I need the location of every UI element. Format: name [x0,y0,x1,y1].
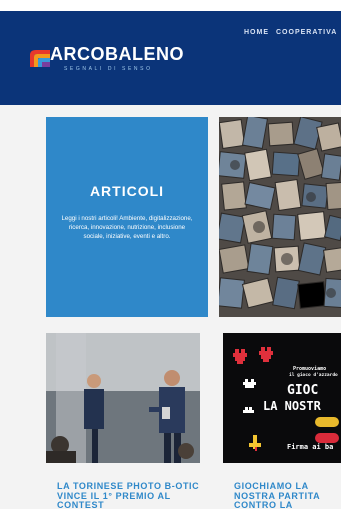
articoli-promo-box[interactable]: ARTICOLI Leggi i nostri articoli! Ambien… [46,117,208,317]
award-photo[interactable] [46,333,200,463]
game-poster[interactable]: Promuoviamo il gioco d'azzardo GIOC LA N… [223,333,341,463]
poster-big-2: LA NOSTR [263,399,321,413]
brand-name: ARCOBALENO [50,44,184,64]
nav-item-cooperativa[interactable]: COOPERATIVA [276,29,337,36]
promo-title: ARTICOLI [89,183,165,199]
award-ceremony-image [46,333,200,463]
nav-item-home[interactable]: HOME [244,29,269,36]
content-area: ARTICOLI Leggi i nostri articoli! Ambien… [0,105,341,509]
main-nav: HOME COOPERATIVA [244,29,341,36]
site-header: HOME COOPERATIVA ARCOBALENO SEGNALI DI SE… [0,11,341,105]
card-title-game[interactable]: GIOCHIAMO LA NOSTRA PARTITA CONTRO LA [234,482,341,509]
top-strip [0,0,341,11]
letterpress-blocks-image [219,117,341,317]
site-logo[interactable]: ARCOBALENO SEGNALI DI SENSO [28,44,218,78]
rainbow-logo-icon [30,50,50,67]
letterpress-type-photo [219,117,341,317]
poster-top-line-2: il gioco d'azzardo [289,373,338,378]
promo-text: Leggi i nostri articoli! Ambiente, digit… [61,215,193,240]
poster-bottom-line: Firma ai ba [287,443,334,451]
poster-big-1: GIOC [287,383,319,398]
brand-tagline: SEGNALI DI SENSO [64,66,153,72]
poster-top-line-1: Promuoviamo [293,366,327,372]
card-title-award[interactable]: LA TORINESE PHOTO B-OTIC VINCE IL 1° PRE… [57,482,207,509]
